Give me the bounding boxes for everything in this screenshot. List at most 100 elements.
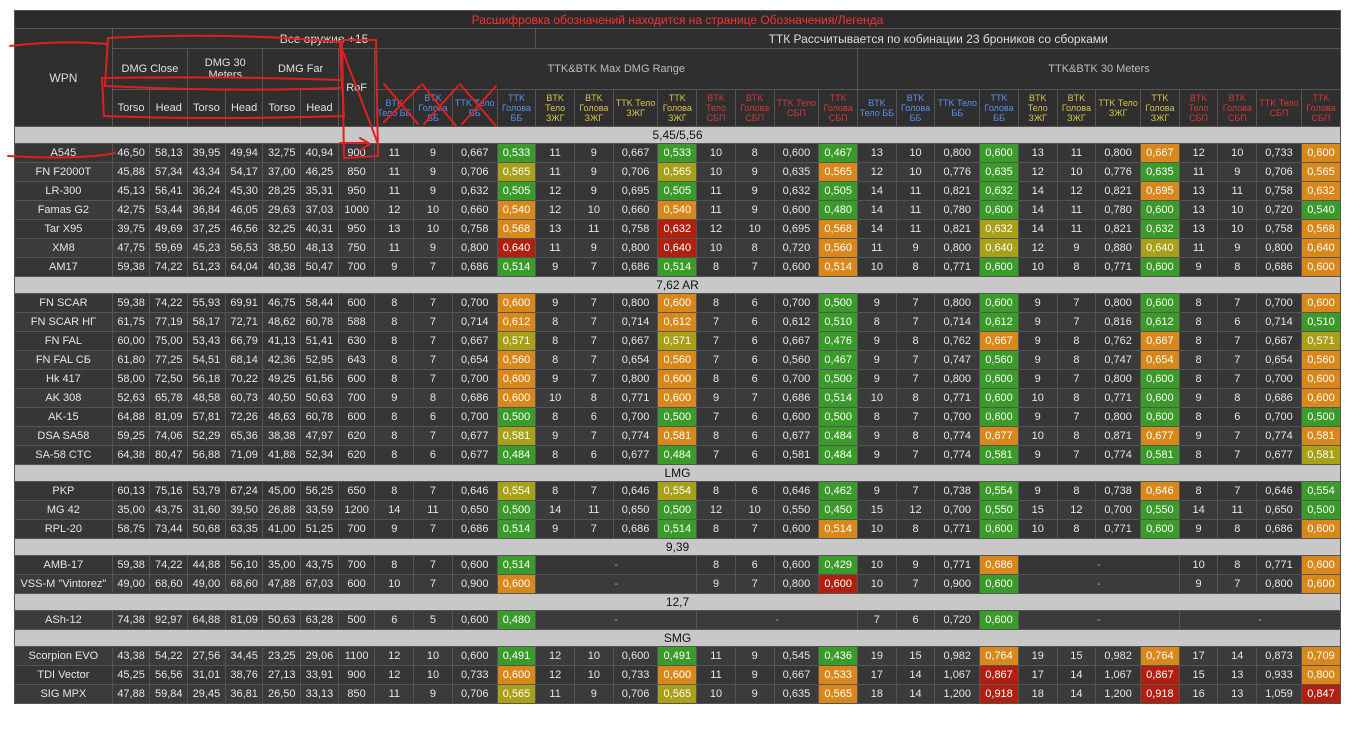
stat-cell: 8 — [1056, 481, 1097, 501]
table-row: DSA SA58 59,25 74,06 52,29 65,36 38,38 47,97 62… — [14, 426, 1342, 446]
stat-cell: 59,25 — [111, 426, 151, 446]
subheader-col-19: TTK Тело ЗЖГ — [1095, 89, 1142, 127]
stat-cell: 0,646 — [1256, 481, 1302, 501]
stat-cell: 48,58 — [187, 388, 226, 408]
stat-cell: 0,821 — [1095, 219, 1142, 239]
ttk-highlight-cell: 0,581 — [979, 445, 1019, 465]
stat-cell: 7 — [895, 350, 936, 370]
table-row: TDI Vector 45,25 56,56 31,01 38,76 27,13 33,91… — [14, 665, 1342, 685]
table-row: A545 46,50 58,13 39,95 49,94 32,75 40,94 900 11 9… — [14, 143, 1342, 163]
stat-cell: 8 — [895, 426, 936, 446]
stat-cell: 40,31 — [300, 219, 339, 239]
stat-cell: 11 — [1178, 162, 1219, 182]
stat-cell: 8 — [734, 143, 775, 163]
stat-cell: 8 — [696, 293, 736, 313]
stat-cell: 1100 — [337, 646, 376, 666]
stat-cell: 9 — [895, 238, 936, 258]
stat-cell: 0,733 — [1256, 143, 1302, 163]
stat-cell: 10 — [1017, 519, 1058, 539]
ttk-highlight-cell: 0,612 — [1140, 312, 1180, 332]
stat-cell: 11 — [1178, 238, 1219, 258]
stat-cell: 7 — [413, 519, 453, 539]
subheader-col-24: TTK Голова СБП — [1300, 89, 1342, 127]
dmg-far-header: DMG Far — [262, 48, 339, 90]
stat-cell: 0,706 — [612, 684, 659, 704]
ttk-highlight-cell: 0,554 — [1300, 481, 1342, 501]
stat-cell: 9 — [374, 519, 415, 539]
subheader-col-4: TTK Голова ББ — [496, 89, 537, 127]
stat-cell: 59,84 — [149, 684, 189, 704]
stat-cell: 0,780 — [1095, 200, 1142, 220]
stat-cell: 74,22 — [149, 555, 189, 575]
stat-cell: 10 — [374, 574, 415, 594]
ttk-highlight-cell: 0,764 — [979, 646, 1019, 666]
stat-cell: 74,22 — [149, 257, 189, 277]
stat-cell: 7 — [895, 481, 936, 501]
stat-cell: 0,733 — [612, 665, 659, 685]
stat-cell: 26,50 — [262, 684, 302, 704]
stat-cell: 40,38 — [262, 257, 302, 277]
table-row: FN FAL СБ 61,80 77,25 54,51 68,14 42,36 52,95 6… — [14, 350, 1342, 370]
stat-cell: 0,800 — [612, 369, 659, 389]
stat-cell: 700 — [337, 519, 376, 539]
stat-cell: 28,25 — [262, 181, 302, 201]
weapon-name: ASh-12 — [14, 610, 113, 630]
ttk-highlight-cell: 0,565 — [818, 162, 859, 182]
stat-cell: 0,706 — [1256, 162, 1302, 182]
subheader-col-22: BTK Голова СБП — [1217, 89, 1258, 127]
stat-cell: 0,758 — [1256, 219, 1302, 239]
stat-cell: 0,686 — [773, 388, 820, 408]
ttk-highlight-cell: 0,667 — [979, 331, 1019, 351]
stat-cell: 7 — [413, 350, 453, 370]
stat-cell: 63,35 — [224, 519, 264, 539]
stat-cell: 11 — [573, 500, 614, 520]
stat-cell: 6 — [734, 369, 775, 389]
stat-cell: 51,23 — [187, 257, 226, 277]
stat-cell: 14 — [895, 665, 936, 685]
subheader-col-18: BTK Голова ЗЖГ — [1056, 89, 1097, 127]
ttk-highlight-cell: 0,600 — [979, 407, 1019, 427]
stat-cell: 14 — [895, 684, 936, 704]
stat-cell: 7 — [857, 610, 897, 630]
all-weapons-header: Все оружие +15 — [111, 28, 537, 49]
stat-cell: 59,38 — [111, 257, 151, 277]
ttk-highlight-cell: 0,581 — [1300, 445, 1342, 465]
stat-cell: 620 — [337, 426, 376, 446]
stat-cell: 9 — [573, 684, 614, 704]
stat-cell: 56,25 — [300, 481, 339, 501]
ttk-highlight-cell: 0,600 — [979, 574, 1019, 594]
stat-cell: 8 — [374, 312, 415, 332]
stat-cell: 10 — [413, 665, 453, 685]
stat-cell: 8 — [1178, 331, 1219, 351]
ttk-highlight-cell: 0,667 — [1140, 331, 1180, 351]
stat-cell: 9 — [1217, 238, 1258, 258]
stat-cell: 14 — [374, 500, 415, 520]
stat-cell: 7 — [734, 257, 775, 277]
stat-cell: 35,31 — [300, 181, 339, 201]
stat-cell: 7 — [413, 293, 453, 313]
table-row: ASh-12 74,38 92,97 64,88 81,09 50,63 63,28 500 6… — [14, 610, 1342, 630]
stat-cell: 8 — [413, 388, 453, 408]
stat-cell: 70,22 — [224, 369, 264, 389]
stat-cell: 12 — [1017, 238, 1058, 258]
stat-cell: 33,13 — [300, 684, 339, 704]
section-header: 12,7 — [14, 593, 1341, 611]
stat-cell: 10 — [1217, 143, 1258, 163]
stat-cell: 18 — [857, 684, 897, 704]
stat-cell: 7 — [573, 293, 614, 313]
ttk-highlight-cell: 0,505 — [818, 181, 859, 201]
ttk-highlight-cell: 0,867 — [1140, 665, 1180, 685]
stat-cell: 54,22 — [149, 646, 189, 666]
stat-cell: 13 — [1217, 665, 1258, 685]
stat-cell: 0,635 — [773, 684, 820, 704]
stat-cell: 12 — [1017, 162, 1058, 182]
stat-cell: 37,25 — [187, 219, 226, 239]
ttk-highlight-cell: 0,600 — [1140, 519, 1180, 539]
ttk-highlight-cell: 0,500 — [1300, 407, 1342, 427]
stat-cell: 600 — [337, 293, 376, 313]
stat-cell: 7 — [573, 519, 614, 539]
ttk-highlight-cell: 0,640 — [1300, 238, 1342, 258]
stat-cell: 17 — [857, 665, 897, 685]
stat-cell: 9 — [734, 665, 775, 685]
stat-cell: 11 — [895, 219, 936, 239]
